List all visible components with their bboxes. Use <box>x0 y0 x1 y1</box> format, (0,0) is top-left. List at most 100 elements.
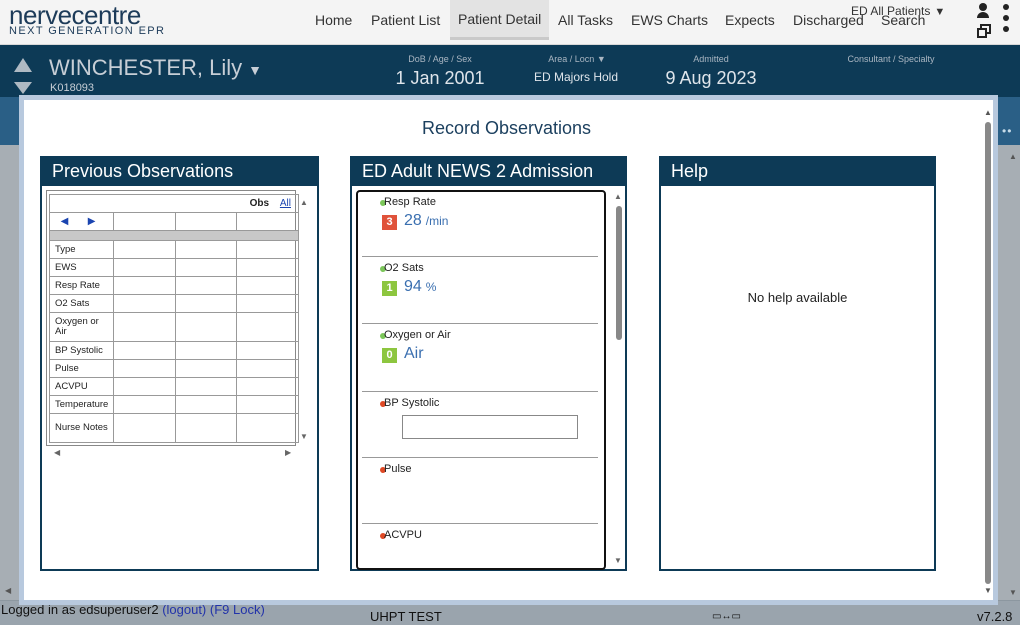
table-cell <box>236 276 299 295</box>
table-cell <box>236 341 299 360</box>
table-cell <box>174 276 238 295</box>
dialog-scrollbar[interactable]: ▲ ▼ <box>982 108 994 596</box>
record-observations-dialog: Record Observations ▲ ▼ Previous Observa… <box>19 95 998 605</box>
observation-entry-list: Resp Rate 3 28/min O2 Sats 1 94% Oxygen … <box>356 190 606 570</box>
table-cell <box>113 240 176 259</box>
nav-expects[interactable]: Expects <box>717 0 783 40</box>
table-cell <box>113 341 176 360</box>
scrollbar-thumb[interactable] <box>616 206 622 340</box>
column-nav: ◀ ▶ <box>48 212 115 231</box>
patient-name[interactable]: WINCHESTER, Lily ▼ <box>49 55 262 81</box>
obs-name: O2 Sats <box>384 262 424 274</box>
previous-observations-panel: Previous Observations Obs All ◀ ▶ Type E… <box>40 156 319 571</box>
obs-resp-rate[interactable]: Resp Rate 3 28/min <box>362 192 598 257</box>
scroll-right-icon[interactable]: ▶ <box>285 448 291 457</box>
row-label-type: Type <box>48 240 115 259</box>
previous-column-icon[interactable]: ◀ <box>61 216 69 227</box>
next-patient-icon[interactable] <box>14 82 32 94</box>
table-cell <box>174 240 238 259</box>
row-label-bp-systolic: BP Systolic <box>48 341 115 360</box>
scroll-left-icon[interactable]: ◀ <box>54 448 60 457</box>
table-cell <box>113 413 176 443</box>
row-label-o2-sats: O2 Sats <box>48 294 115 313</box>
all-obs-link[interactable]: All <box>280 198 291 209</box>
observations-table: Obs All ◀ ▶ Type EWS Resp Rate O2 Sats O… <box>48 194 299 443</box>
patient-name-text: WINCHESTER, Lily <box>49 55 243 80</box>
obs-o2-sats[interactable]: O2 Sats 1 94% <box>362 258 598 324</box>
table-cell <box>174 413 238 443</box>
chevron-down-icon: ▼ <box>934 6 946 18</box>
table-cell <box>236 212 299 231</box>
scroll-up-icon[interactable]: ▲ <box>300 198 308 207</box>
obs-unit: /min <box>425 214 449 228</box>
row-label-pulse: Pulse <box>48 359 115 378</box>
scroll-down-icon[interactable]: ▼ <box>1009 588 1017 597</box>
previous-observations-title: Previous Observations <box>42 158 317 186</box>
news2-form-panel: ED Adult NEWS 2 Admission Resp Rate 3 28… <box>350 156 627 571</box>
admitted-label: Admitted <box>693 54 729 64</box>
area-label[interactable]: Area / Locn ▼ <box>522 54 632 64</box>
nav-patient-detail[interactable]: Patient Detail <box>450 0 550 40</box>
obs-bp-systolic: BP Systolic <box>362 393 598 458</box>
admitted-value: 9 Aug 2023 <box>665 68 757 88</box>
news2-form-title: ED Adult NEWS 2 Admission <box>352 158 625 186</box>
more-tabs-icon[interactable]: •• <box>1002 124 1012 138</box>
news-score-badge: 0 <box>382 348 397 363</box>
table-cell <box>174 312 238 342</box>
table-cell <box>113 359 176 378</box>
nav-patient-list[interactable]: Patient List <box>363 0 448 40</box>
row-label-temperature: Temperature <box>48 395 115 414</box>
patient-id: K018093 <box>50 82 95 94</box>
obs-name: ACVPU <box>384 529 422 541</box>
table-cell <box>236 240 299 259</box>
scroll-up-icon[interactable]: ▲ <box>614 192 622 201</box>
obs-name: Pulse <box>384 463 412 475</box>
news-score-badge: 3 <box>382 215 397 230</box>
scroll-up-icon[interactable]: ▲ <box>1009 152 1017 161</box>
scroll-down-icon[interactable]: ▼ <box>300 432 308 441</box>
obs-acvpu[interactable]: ACVPU <box>362 525 598 568</box>
help-panel: Help No help available <box>659 156 936 571</box>
obs-name: Oxygen or Air <box>384 329 451 341</box>
scroll-left-icon[interactable]: ◀ <box>5 586 11 595</box>
next-column-icon[interactable]: ▶ <box>88 216 96 227</box>
obs-value: 28/min <box>404 212 448 230</box>
nav-home[interactable]: Home <box>307 0 360 40</box>
obs-value-text: Air <box>404 345 424 362</box>
row-label-oxygen-or-air: Oxygen or Air <box>48 312 115 342</box>
windows-icon[interactable] <box>977 24 991 38</box>
nav-search[interactable]: Search <box>881 12 925 28</box>
table-cell <box>174 341 238 360</box>
obs-name: Resp Rate <box>384 196 436 208</box>
nav-ews-charts[interactable]: EWS Charts <box>623 0 716 40</box>
bp-systolic-input[interactable] <box>402 415 578 439</box>
chevron-down-icon: ▼ <box>248 62 262 78</box>
scrollbar-thumb[interactable] <box>985 122 991 584</box>
table-cell <box>174 359 238 378</box>
dob-value: 1 Jan 2001 <box>395 68 485 88</box>
obs-value-text: 94 <box>404 278 422 295</box>
nav-all-tasks[interactable]: All Tasks <box>550 0 621 40</box>
top-nav-bar: nervecentre NEXT GENERATION EPR Home Pat… <box>0 0 1020 45</box>
table-cell <box>236 312 299 342</box>
table-cell <box>113 395 176 414</box>
obs-oxygen-or-air[interactable]: Oxygen or Air 0 Air <box>362 325 598 392</box>
row-label-resp-rate: Resp Rate <box>48 276 115 295</box>
user-icon[interactable] <box>976 3 990 19</box>
area-label-text: Area / Locn <box>548 54 595 64</box>
scroll-up-icon[interactable]: ▲ <box>984 108 992 117</box>
scroll-down-icon[interactable]: ▼ <box>614 556 622 565</box>
table-cell <box>174 258 238 277</box>
scroll-down-icon[interactable]: ▼ <box>984 586 992 595</box>
table-cell <box>236 359 299 378</box>
obs-value: 94% <box>404 278 436 296</box>
table-cell <box>113 377 176 396</box>
obs-name: BP Systolic <box>384 397 440 409</box>
obs-header-cell: Obs All <box>49 194 299 213</box>
obs-pulse[interactable]: Pulse <box>362 459 598 524</box>
table-cell <box>113 258 176 277</box>
previous-patient-icon[interactable] <box>14 58 32 72</box>
dialog-title: Record Observations <box>421 118 592 138</box>
obs-value-text: 28 <box>404 212 422 229</box>
more-menu-icon[interactable] <box>1003 4 1009 34</box>
